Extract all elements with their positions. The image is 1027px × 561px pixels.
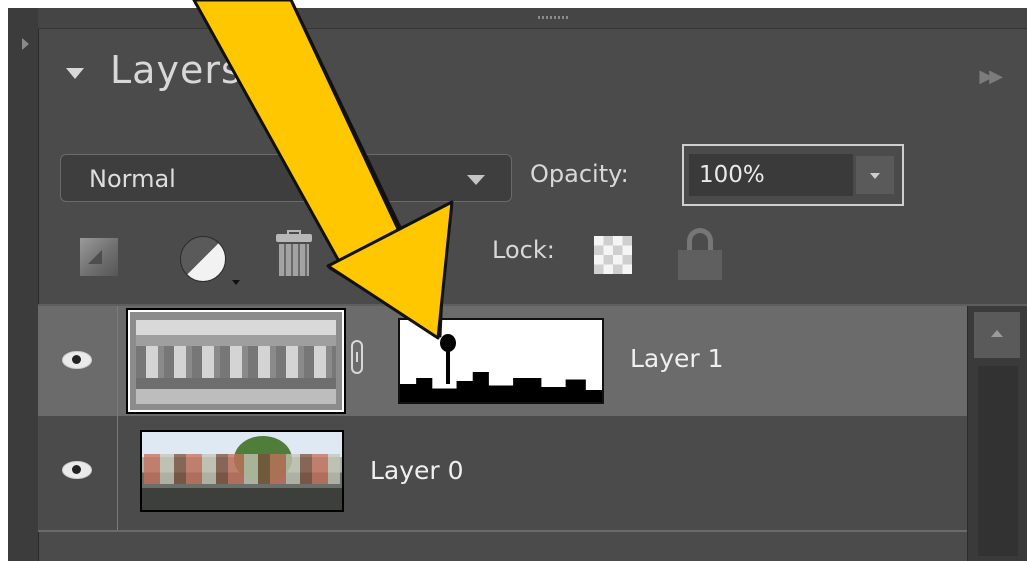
padlock-icon[interactable]	[678, 228, 722, 280]
layer-0-thumbnail[interactable]	[140, 430, 344, 512]
adjustment-dropdown-icon[interactable]	[232, 280, 240, 285]
expand-arrow-icon[interactable]	[22, 38, 29, 50]
lock-label: Lock:	[492, 236, 555, 264]
new-layer-icon[interactable]	[80, 238, 118, 276]
padlock-body	[678, 250, 722, 280]
layers-panel: Layers ▶▶ Normal Opacity: 100% Lock: Lay…	[8, 8, 1027, 561]
scroll-track[interactable]	[978, 366, 1018, 556]
panel-menu-icon[interactable]: ▶▶	[979, 66, 1003, 87]
collapse-triangle-icon[interactable]	[66, 68, 84, 79]
eye-icon[interactable]	[62, 351, 92, 369]
layers-list: Layer 1 Layer 0	[38, 306, 967, 561]
layer-1-thumbnail-image	[136, 320, 336, 404]
layer-name[interactable]: Layer 1	[630, 344, 724, 373]
opacity-input[interactable]: 100%	[689, 154, 853, 196]
blend-mode-select[interactable]: Normal	[60, 154, 512, 202]
visibility-toggle[interactable]	[38, 416, 118, 530]
trash-lid	[276, 234, 312, 242]
trash-body	[279, 244, 309, 276]
layer-row-layer-1[interactable]: Layer 1	[38, 306, 967, 416]
opacity-label: Opacity:	[530, 160, 629, 188]
panel-title: Layers	[110, 48, 242, 92]
chevron-down-icon	[467, 175, 485, 185]
eye-icon[interactable]	[62, 461, 92, 479]
visibility-toggle[interactable]	[38, 306, 118, 416]
scroll-up-button[interactable]	[974, 312, 1020, 358]
layer-1-thumbnail[interactable]	[126, 308, 346, 414]
layer-mask-thumbnail[interactable]	[398, 318, 604, 404]
layer-row-layer-0[interactable]: Layer 0	[38, 416, 967, 532]
adjustment-layer-icon[interactable]	[180, 236, 226, 282]
panel-dock-strip[interactable]	[8, 8, 39, 561]
opacity-value: 100%	[699, 162, 765, 188]
layer-name[interactable]: Layer 0	[370, 456, 464, 485]
trash-icon[interactable]	[276, 230, 312, 276]
opacity-dropdown-button[interactable]	[856, 156, 894, 194]
opacity-control[interactable]: 100%	[682, 144, 904, 206]
link-chain-icon[interactable]	[351, 340, 363, 374]
padlock-shackle	[687, 228, 713, 252]
blend-mode-value: Normal	[89, 165, 176, 193]
panel-header: Layers ▶▶	[38, 32, 1027, 112]
mask-silhouette	[400, 372, 602, 402]
mask-trunk-shape	[446, 350, 450, 384]
checkerboard-icon[interactable]	[594, 236, 632, 274]
panel-drag-handle[interactable]	[38, 8, 1027, 29]
layers-scrollbar[interactable]	[967, 306, 1027, 561]
grip-icon	[538, 16, 570, 19]
